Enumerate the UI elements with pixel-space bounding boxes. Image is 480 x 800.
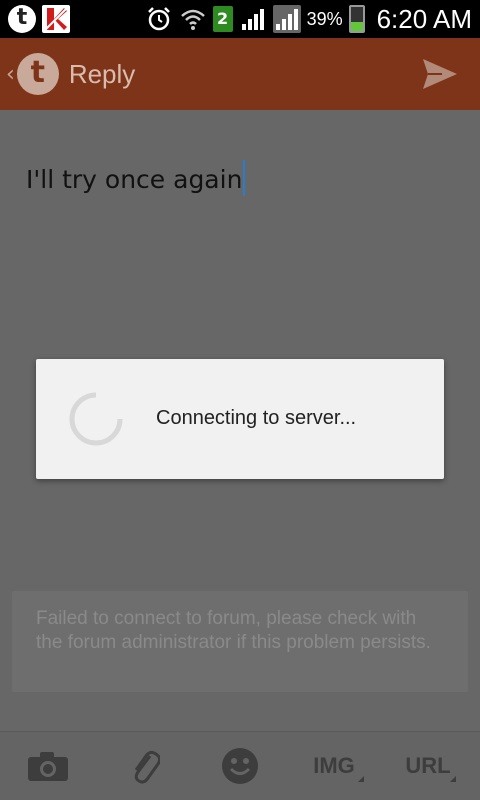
attach-button[interactable] [126, 746, 162, 786]
battery-percent: 39% [306, 8, 343, 29]
camera-icon [28, 752, 68, 781]
wifi-icon [179, 5, 207, 33]
insert-url-button[interactable]: URL [405, 746, 456, 786]
back-button[interactable]: ‹ t Reply [6, 50, 135, 98]
send-button[interactable] [420, 54, 460, 94]
img-label: IMG [313, 753, 355, 778]
camera-button[interactable] [26, 746, 70, 786]
battery-fill [350, 21, 363, 31]
bottom-toolbar: IMG URL [0, 731, 480, 800]
reply-input[interactable]: I'll try once again [26, 160, 246, 196]
system-status: 2 39% 6:20 AM [145, 0, 472, 38]
app-header: ‹ t Reply [0, 38, 480, 110]
send-icon [423, 59, 457, 89]
clock: 6:20 AM [376, 3, 472, 34]
tapatalk-icon: t [8, 5, 36, 33]
reply-text: I'll try once again [26, 165, 243, 194]
signal-icon [272, 5, 301, 33]
kaspersky-icon [42, 5, 70, 33]
page-title: Reply [68, 58, 136, 89]
loading-dialog: Connecting to server... [36, 359, 444, 479]
battery-icon [348, 5, 365, 33]
notification-icons: t [8, 5, 70, 33]
status-bar: t 2 39% 6:20 AM [0, 0, 480, 38]
notification-badge: 2 [212, 6, 233, 32]
insert-image-button[interactable]: IMG [312, 746, 364, 786]
error-message-box: Failed to connect to forum, please check… [12, 591, 468, 692]
dialog-message: Connecting to server... [156, 407, 357, 429]
corner-arrow-icon [358, 776, 364, 782]
smiley-icon [222, 748, 258, 784]
corner-arrow-icon [450, 776, 456, 782]
signal-icon [239, 5, 267, 33]
paperclip-icon [134, 750, 160, 784]
loading-spinner-icon [69, 392, 123, 446]
error-message: Failed to connect to forum, please check… [36, 608, 431, 653]
alarm-icon [145, 5, 173, 33]
emoji-button[interactable] [220, 746, 260, 786]
chevron-left-icon: ‹ [6, 61, 15, 87]
url-label: URL [405, 753, 451, 778]
text-cursor [243, 160, 246, 196]
app-logo-icon: t [16, 53, 59, 95]
